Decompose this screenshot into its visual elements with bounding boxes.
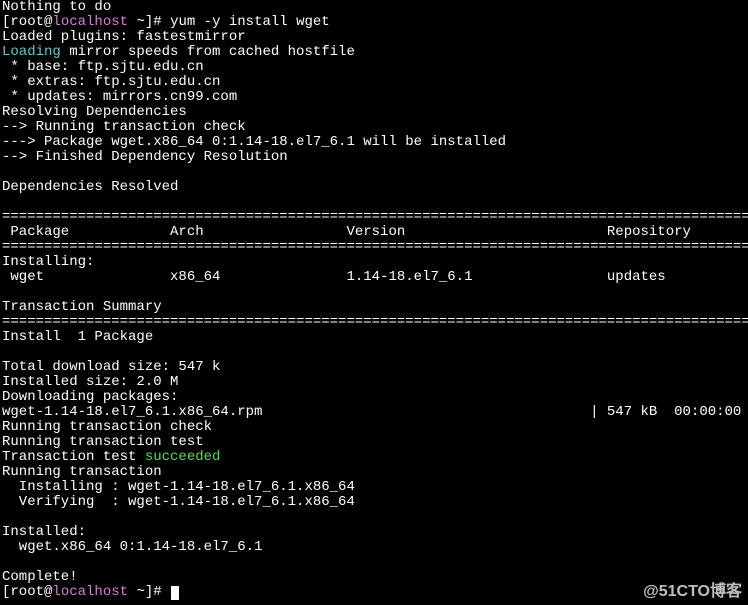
blank — [2, 345, 746, 360]
succeeded-word: succeeded — [145, 449, 221, 465]
run-tx-check: Running transaction check — [2, 420, 746, 435]
verify-step: Verifying : wget-1.14-18.el7_6.1.x86_64 … — [2, 495, 746, 510]
hostname: localhost — [52, 584, 128, 600]
prompt-prefix: [root@ — [2, 584, 52, 600]
blank — [2, 285, 746, 300]
mirror-base: * base: ftp.sjtu.edu.cn — [2, 60, 746, 75]
rpm-line: wget-1.14-18.el7_6.1.x86_64.rpm | 547 kB… — [2, 405, 746, 420]
watermark: @51CTO博客 — [643, 584, 742, 599]
prompt-suffix: ~]# — [128, 14, 170, 30]
install-step: Installing : wget-1.14-18.el7_6.1.x86_64… — [2, 480, 746, 495]
divider: ========================================… — [2, 240, 746, 255]
run-tx: Running transaction — [2, 465, 746, 480]
prompt-prefix: [root@ — [2, 14, 52, 30]
table-row: wget x86_64 1.14-18.el7_6.1 updates 547 … — [2, 270, 746, 285]
prompt-line[interactable]: [root@localhost ~]# yum -y install wget — [2, 15, 746, 30]
install-count: Install 1 Package — [2, 330, 746, 345]
loading-rest: mirror speeds from cached hostfile — [61, 44, 355, 60]
installed-header: Installed: — [2, 525, 746, 540]
pkg-line: ---> Package wget.x86_64 0:1.14-18.el7_6… — [2, 135, 746, 150]
prompt-line-2[interactable]: [root@localhost ~]# — [2, 585, 746, 600]
blank — [2, 510, 746, 525]
divider: ========================================… — [2, 315, 746, 330]
output-line: Loaded plugins: fastestmirror — [2, 30, 746, 45]
tx-test-prefix: Transaction test — [2, 449, 145, 465]
tx-summary: Transaction Summary — [2, 300, 746, 315]
complete: Complete! — [2, 570, 746, 585]
run-tx-test: Running transaction test — [2, 435, 746, 450]
resolving: Resolving Dependencies — [2, 105, 746, 120]
prompt-suffix: ~]# — [128, 584, 170, 600]
blank — [2, 555, 746, 570]
mirror-extras: * extras: ftp.sjtu.edu.cn — [2, 75, 746, 90]
output-line: Loading mirror speeds from cached hostfi… — [2, 45, 746, 60]
cursor-icon — [171, 586, 179, 600]
divider: ========================================… — [2, 210, 746, 225]
blank — [2, 165, 746, 180]
tx-test-line: Transaction test succeeded — [2, 450, 746, 465]
run-check: --> Running transaction check — [2, 120, 746, 135]
installing-header: Installing: — [2, 255, 746, 270]
download-size: Total download size: 547 k — [2, 360, 746, 375]
table-header: Package Arch Version Repository Size — [2, 225, 746, 240]
deps-resolved: Dependencies Resolved — [2, 180, 746, 195]
command-text: yum -y install wget — [170, 14, 330, 30]
installed-size: Installed size: 2.0 M — [2, 375, 746, 390]
installed-pkg: wget.x86_64 0:1.14-18.el7_6.1 — [2, 540, 746, 555]
mirror-updates: * updates: mirrors.cn99.com — [2, 90, 746, 105]
finished: --> Finished Dependency Resolution — [2, 150, 746, 165]
downloading: Downloading packages: — [2, 390, 746, 405]
output-line: Nothing to do — [2, 0, 746, 15]
hostname: localhost — [52, 14, 128, 30]
loading-word: Loading — [2, 44, 61, 60]
blank — [2, 195, 746, 210]
